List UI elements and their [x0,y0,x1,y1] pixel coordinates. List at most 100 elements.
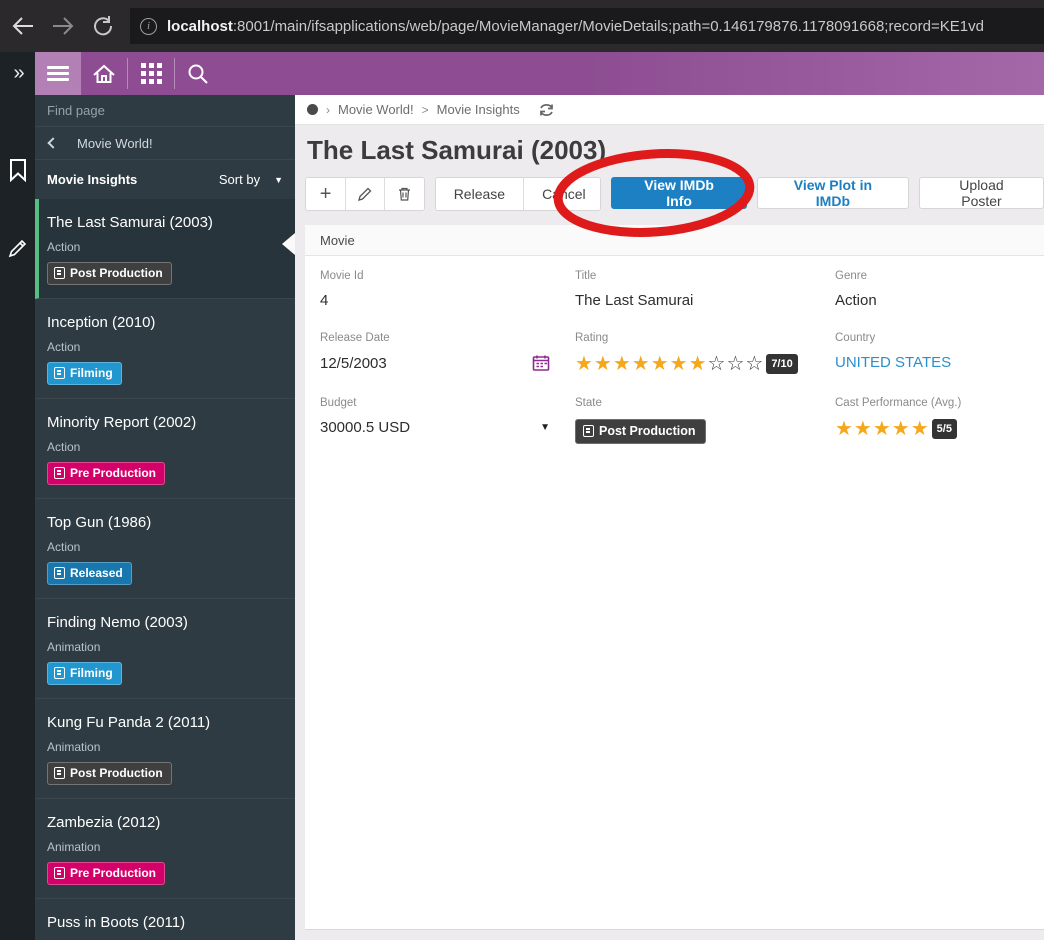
page-title: The Last Samurai (2003) [307,135,607,165]
field-cast-performance: Cast Performance (Avg.) ★★★★★ 5/5 [835,397,962,440]
movie-title: Zambezia (2012) [47,814,161,831]
state-icon [54,367,65,379]
country-link[interactable]: UNITED STATES [835,354,1019,371]
view-plot-imdb-button[interactable]: View Plot in IMDb [756,177,909,209]
state-icon [54,567,65,579]
sort-by-control[interactable]: Sort by ▼ [219,172,283,187]
breadcrumb-movie-insights[interactable]: Movie Insights [437,102,520,117]
status-badge: Pre Production [47,862,166,885]
rating-stars[interactable]: ★★★★★★★☆☆☆ [575,354,764,374]
dropdown-caret-icon[interactable]: ▼ [540,422,550,433]
movie-genre: Animation [47,740,101,754]
state-badge: Post Production [575,419,706,444]
list-item-inception[interactable]: Inception (2010) Action Filming [35,299,295,399]
status-badge: Released [47,562,132,585]
home-icon[interactable] [81,52,127,95]
browser-back-icon[interactable] [6,9,40,43]
crud-button-group: + [305,177,425,211]
url-host: localhost [167,17,233,35]
edit-button[interactable] [345,178,385,210]
collapsed-nav-rail: » [0,52,35,940]
movie-title: The Last Samurai (2003) [47,214,213,231]
list-item-top-gun[interactable]: Top Gun (1986) Action Released [35,499,295,599]
refresh-sync-icon[interactable] [538,102,555,118]
command-toolbar: + Release Cancel View IMDb Info View Plo… [305,177,1044,211]
chevron-left-icon [47,137,59,149]
main-content: › Movie World! > Movie Insights The Last… [295,95,1044,940]
sidebar-back-movie-world[interactable]: Movie World! [35,127,295,160]
menu-hamburger-icon[interactable] [35,52,81,95]
delete-button[interactable] [384,178,424,210]
status-badge: Filming [47,362,122,385]
annotate-pencil-icon[interactable] [0,228,35,268]
movie-title: Inception (2010) [47,314,156,331]
rating-score-badge: 7/10 [766,354,798,374]
view-imdb-info-button[interactable]: View IMDb Info [611,177,747,209]
list-item-finding-nemo[interactable]: Finding Nemo (2003) Animation Filming [35,599,295,699]
breadcrumb: › Movie World! > Movie Insights [295,95,1044,125]
movie-title: Minority Report (2002) [47,414,197,431]
browser-chrome: i localhost:8001/main/ifsapplications/we… [0,0,1044,52]
breadcrumb-movie-world[interactable]: Movie World! [338,102,414,117]
movie-title: Top Gun (1986) [47,514,152,531]
release-button[interactable]: Release [435,178,524,210]
field-movie-id: Movie Id 4 [320,270,364,309]
breadcrumb-root-dot[interactable] [307,104,318,115]
list-item-kung-fu-panda[interactable]: Kung Fu Panda 2 (2011) Animation Post Pr… [35,699,295,799]
breadcrumb-separator: > [421,102,429,117]
panel-header: Movie Insights Sort by ▼ [35,160,295,199]
movie-genre: Animation [47,640,101,654]
movie-detail-card: Movie Movie Id 4 Title The Last Samurai … [305,225,1044,930]
field-rating: Rating ★★★★★★★☆☆☆ 7/10 [575,332,835,374]
state-action-group: Release Cancel [434,177,602,211]
movie-genre: Action [47,240,81,254]
status-badge: Post Production [47,262,172,285]
state-icon [54,767,65,779]
list-item-puss-in-boots[interactable]: Puss in Boots (2011) Animation [35,899,295,940]
card-section-title: Movie [305,225,1044,256]
breadcrumb-separator: › [326,102,330,117]
browser-forward-icon[interactable] [46,9,80,43]
movie-title: Kung Fu Panda 2 (2011) [47,714,211,731]
search-icon[interactable] [175,52,221,95]
back-label: Movie World! [77,135,153,151]
plus-icon: + [319,183,332,205]
calendar-icon[interactable] [532,354,550,372]
address-bar[interactable]: i localhost:8001/main/ifsapplications/we… [130,8,1044,44]
selected-item-wedge [282,233,295,255]
movie-genre: Action [47,440,81,454]
state-icon [54,867,65,879]
list-item-last-samurai[interactable]: The Last Samurai (2003) Action Post Prod… [35,199,295,299]
state-icon [54,267,65,279]
list-item-zambezia[interactable]: Zambezia (2012) Animation Pre Production [35,799,295,899]
cancel-button[interactable]: Cancel [523,178,601,210]
browser-refresh-icon[interactable] [86,9,120,43]
navigator-sidebar: Movie World! Movie Insights Sort by ▼ Th… [35,95,295,940]
sort-by-label: Sort by [218,172,261,187]
state-icon [54,667,65,679]
list-item-minority-report[interactable]: Minority Report (2002) Action Pre Produc… [35,399,295,499]
field-release-date: Release Date 12/5/2003 [320,332,575,374]
status-badge: Pre Production [47,462,166,485]
movie-genre: Action [47,340,81,354]
state-icon [54,467,65,479]
find-page-input[interactable] [47,103,283,118]
find-page-row [35,95,295,127]
upload-poster-button[interactable]: Upload Poster [918,177,1044,209]
movie-genre: Animation [47,840,101,854]
app-header-bar [35,52,1044,95]
field-genre: Genre Action [835,270,877,309]
field-state: State Post Production [575,397,835,444]
add-button[interactable]: + [306,178,346,210]
state-icon [583,425,594,437]
app-launcher-grid-icon[interactable] [128,52,174,95]
expand-rail-icon[interactable]: » [0,52,35,95]
movie-genre: Action [47,540,81,554]
movie-title: Puss in Boots (2011) [47,914,186,931]
bookmark-icon[interactable] [0,150,35,190]
panel-title: Movie Insights [47,172,138,187]
cast-stars[interactable]: ★★★★★ [835,419,930,439]
site-info-icon[interactable]: i [140,17,157,35]
movie-title: Finding Nemo (2003) [47,614,188,631]
field-budget: Budget 30000.5 USD ▼ [320,397,550,436]
